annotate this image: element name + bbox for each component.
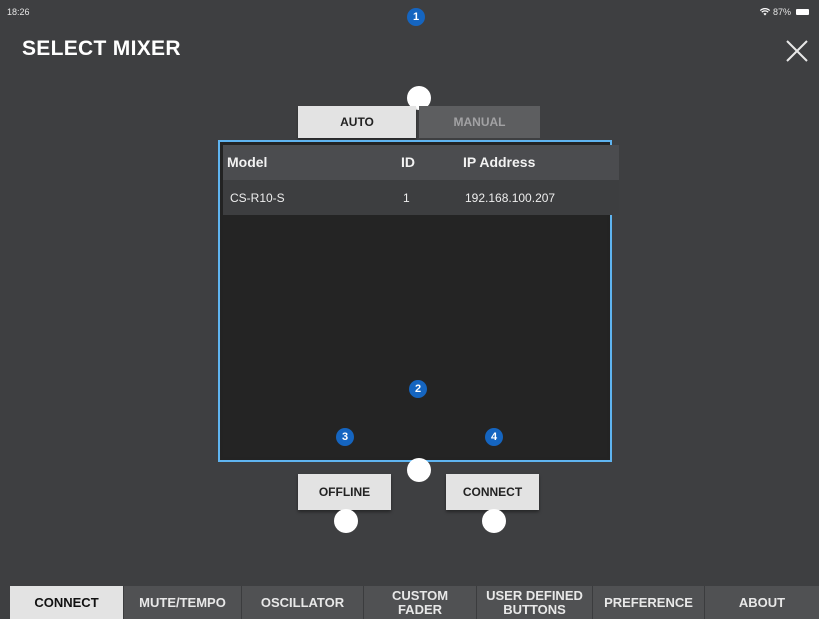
tab-connect[interactable]: CONNECT: [10, 586, 124, 619]
column-header-ip-address: IP Address: [463, 154, 536, 170]
cell-id: 1: [403, 191, 410, 205]
tab-about[interactable]: ABOUT: [705, 586, 819, 619]
marker-dot: [334, 509, 358, 533]
status-indicators: 87%: [759, 7, 809, 17]
tab-custom-fader[interactable]: CUSTOM FADER: [364, 586, 477, 619]
marker-dot: [407, 458, 431, 482]
table-header: Model ID IP Address: [223, 145, 619, 180]
battery-percent: 87%: [772, 7, 791, 17]
offline-button[interactable]: OFFLINE: [298, 474, 391, 510]
mixer-list-panel: Model ID IP Address CS-R10-S 1 192.168.1…: [218, 140, 619, 462]
tab-manual[interactable]: MANUAL: [419, 106, 540, 138]
page-title: SELECT MIXER: [22, 37, 181, 60]
bottom-tab-bar: CONNECT MUTE/TEMPO OSCILLATOR CUSTOM FAD…: [10, 586, 819, 619]
callout-badge-3: 3: [336, 428, 354, 446]
mixer-list: Model ID IP Address CS-R10-S 1 192.168.1…: [223, 145, 619, 457]
close-icon[interactable]: [785, 39, 809, 63]
column-header-model: Model: [227, 154, 268, 170]
wifi-icon: [759, 8, 770, 16]
marker-dot: [482, 509, 506, 533]
table-row[interactable]: CS-R10-S 1 192.168.100.207: [223, 180, 619, 215]
tab-mute-tempo[interactable]: MUTE/TEMPO: [124, 586, 242, 619]
callout-badge-2: 2: [409, 380, 427, 398]
battery-icon: [796, 9, 809, 15]
status-time: 18:26: [7, 7, 30, 17]
callout-badge-1: 1: [407, 8, 425, 26]
connect-button[interactable]: CONNECT: [446, 474, 539, 510]
tab-user-defined-buttons[interactable]: USER DEFINED BUTTONS: [477, 586, 593, 619]
cell-model: CS-R10-S: [230, 191, 285, 205]
tab-preference[interactable]: PREFERENCE: [593, 586, 705, 619]
column-header-id: ID: [401, 154, 415, 170]
callout-badge-4: 4: [485, 428, 503, 446]
tab-oscillator[interactable]: OSCILLATOR: [242, 586, 364, 619]
cell-ip-address: 192.168.100.207: [465, 191, 556, 205]
tab-auto[interactable]: AUTO: [298, 106, 416, 138]
